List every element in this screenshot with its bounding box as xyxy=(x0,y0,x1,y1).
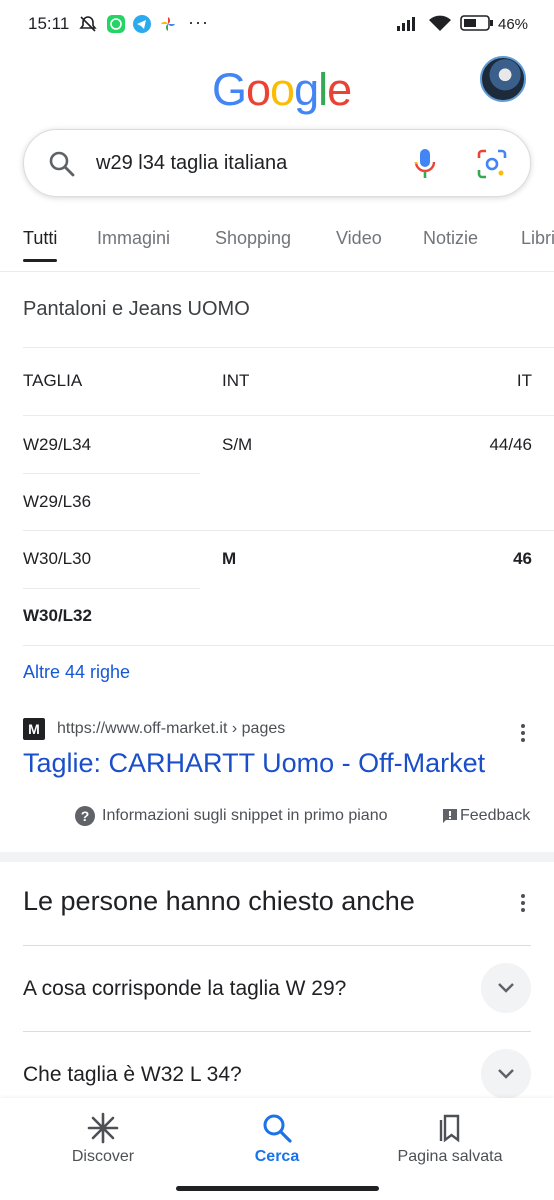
google-logo[interactable]: Google xyxy=(212,64,352,116)
logo-letter: g xyxy=(294,64,319,115)
more-rows-link[interactable]: Altre 44 righe xyxy=(23,662,130,683)
feedback-icon[interactable] xyxy=(441,807,459,830)
status-time: 15:11 xyxy=(28,14,70,33)
table-divider xyxy=(23,645,554,646)
paa-question[interactable]: A cosa corrisponde la taglia W 29? xyxy=(23,977,346,1001)
logo-letter: o xyxy=(246,64,271,115)
battery-icon xyxy=(460,14,494,37)
tab-tutti[interactable]: Tutti xyxy=(23,228,58,271)
logo-letter: o xyxy=(270,64,295,115)
table-cell: W29/L36 xyxy=(23,492,92,511)
nav-cerca-label: Cerca xyxy=(254,1148,300,1165)
result-menu-icon[interactable] xyxy=(521,724,527,745)
nav-discover-label: Discover xyxy=(71,1148,135,1165)
search-tabs: Tutti Immagini Shopping Video Notizie Li… xyxy=(0,228,554,272)
search-icon xyxy=(263,1114,292,1143)
nav-discover[interactable]: Discover xyxy=(13,1098,193,1178)
snippet-info-row: ? Informazioni sugli snippet in primo pi… xyxy=(0,806,554,830)
search-input[interactable]: w29 l34 taglia italiana xyxy=(96,152,287,175)
table-cell: S/M xyxy=(222,435,253,454)
tab-immagini[interactable]: Immagini xyxy=(97,228,170,271)
table-cell: 46 xyxy=(513,549,532,568)
search-icon xyxy=(48,150,76,183)
whatsapp-icon xyxy=(106,14,126,39)
chevron-down-icon xyxy=(498,983,514,993)
table-cell: W30/L32 xyxy=(23,606,92,625)
lens-icon[interactable] xyxy=(476,148,508,185)
logo-letter: e xyxy=(327,64,352,115)
mic-icon[interactable] xyxy=(412,147,438,186)
table-divider xyxy=(23,347,554,348)
tab-notizie[interactable]: Notizie xyxy=(423,228,478,271)
more-dots-icon: ··· xyxy=(188,12,209,32)
bookmarks-icon xyxy=(439,1114,460,1143)
feedback-link[interactable]: Feedback xyxy=(460,807,530,825)
logo-letter: G xyxy=(212,64,247,115)
nav-saved-label: Pagina salvata xyxy=(397,1148,503,1165)
tab-video[interactable]: Video xyxy=(336,228,382,271)
bottom-nav: Discover Cerca Pagina salvata xyxy=(0,1098,554,1200)
paa-expand-button[interactable] xyxy=(481,963,531,1013)
table-divider xyxy=(23,588,200,589)
table-divider xyxy=(23,415,554,416)
source-url[interactable]: https://www.off-market.it › pages xyxy=(57,720,285,738)
table-cell: W29/L34 xyxy=(23,435,92,454)
paa-expand-button[interactable] xyxy=(481,1049,531,1099)
home-indicator[interactable] xyxy=(176,1186,379,1191)
section-separator xyxy=(0,852,554,862)
table-divider xyxy=(23,473,200,474)
paa-divider xyxy=(23,1031,531,1032)
table-cell: W30/L30 xyxy=(23,549,92,568)
avatar[interactable] xyxy=(480,56,526,102)
muted-icon xyxy=(78,14,98,39)
nav-cerca[interactable]: Cerca xyxy=(187,1098,367,1178)
wifi-icon xyxy=(428,14,452,37)
logo-letter: l xyxy=(318,64,328,115)
photos-icon xyxy=(158,14,178,39)
paa-divider xyxy=(23,945,531,946)
signal-icon xyxy=(396,14,420,37)
table-header-it: IT xyxy=(516,371,532,390)
snippet-title: Pantaloni e Jeans UOMO xyxy=(23,298,250,320)
snippet-info-link[interactable]: Informazioni sugli snippet in primo pian… xyxy=(102,807,387,825)
battery-level: 46% xyxy=(498,16,529,33)
asterisk-icon xyxy=(87,1112,119,1144)
paa-menu-icon[interactable] xyxy=(521,894,527,915)
site-favicon: M xyxy=(23,718,45,740)
chevron-down-icon xyxy=(498,1069,514,1079)
tab-shopping[interactable]: Shopping xyxy=(215,228,291,271)
paa-question[interactable]: Che taglia è W32 L 34? xyxy=(23,1063,242,1087)
status-bar: 15:11 ··· 46% xyxy=(0,0,554,48)
telegram-icon xyxy=(132,14,152,39)
search-box[interactable]: w29 l34 taglia italiana xyxy=(23,129,531,197)
table-header-int: INT xyxy=(222,371,250,390)
table-cell: M xyxy=(222,549,237,568)
paa-title: Le persone hanno chiesto anche xyxy=(23,886,415,916)
table-header-taglia: TAGLIA xyxy=(23,371,83,390)
table-divider xyxy=(23,530,554,531)
result-title-link[interactable]: Taglie: CARHARTT Uomo - Off-Market xyxy=(23,748,485,779)
tab-libri[interactable]: Libri xyxy=(521,228,554,271)
table-cell: 44/46 xyxy=(489,435,532,454)
help-icon[interactable]: ? xyxy=(75,806,95,826)
nav-saved[interactable]: Pagina salvata xyxy=(360,1098,540,1178)
